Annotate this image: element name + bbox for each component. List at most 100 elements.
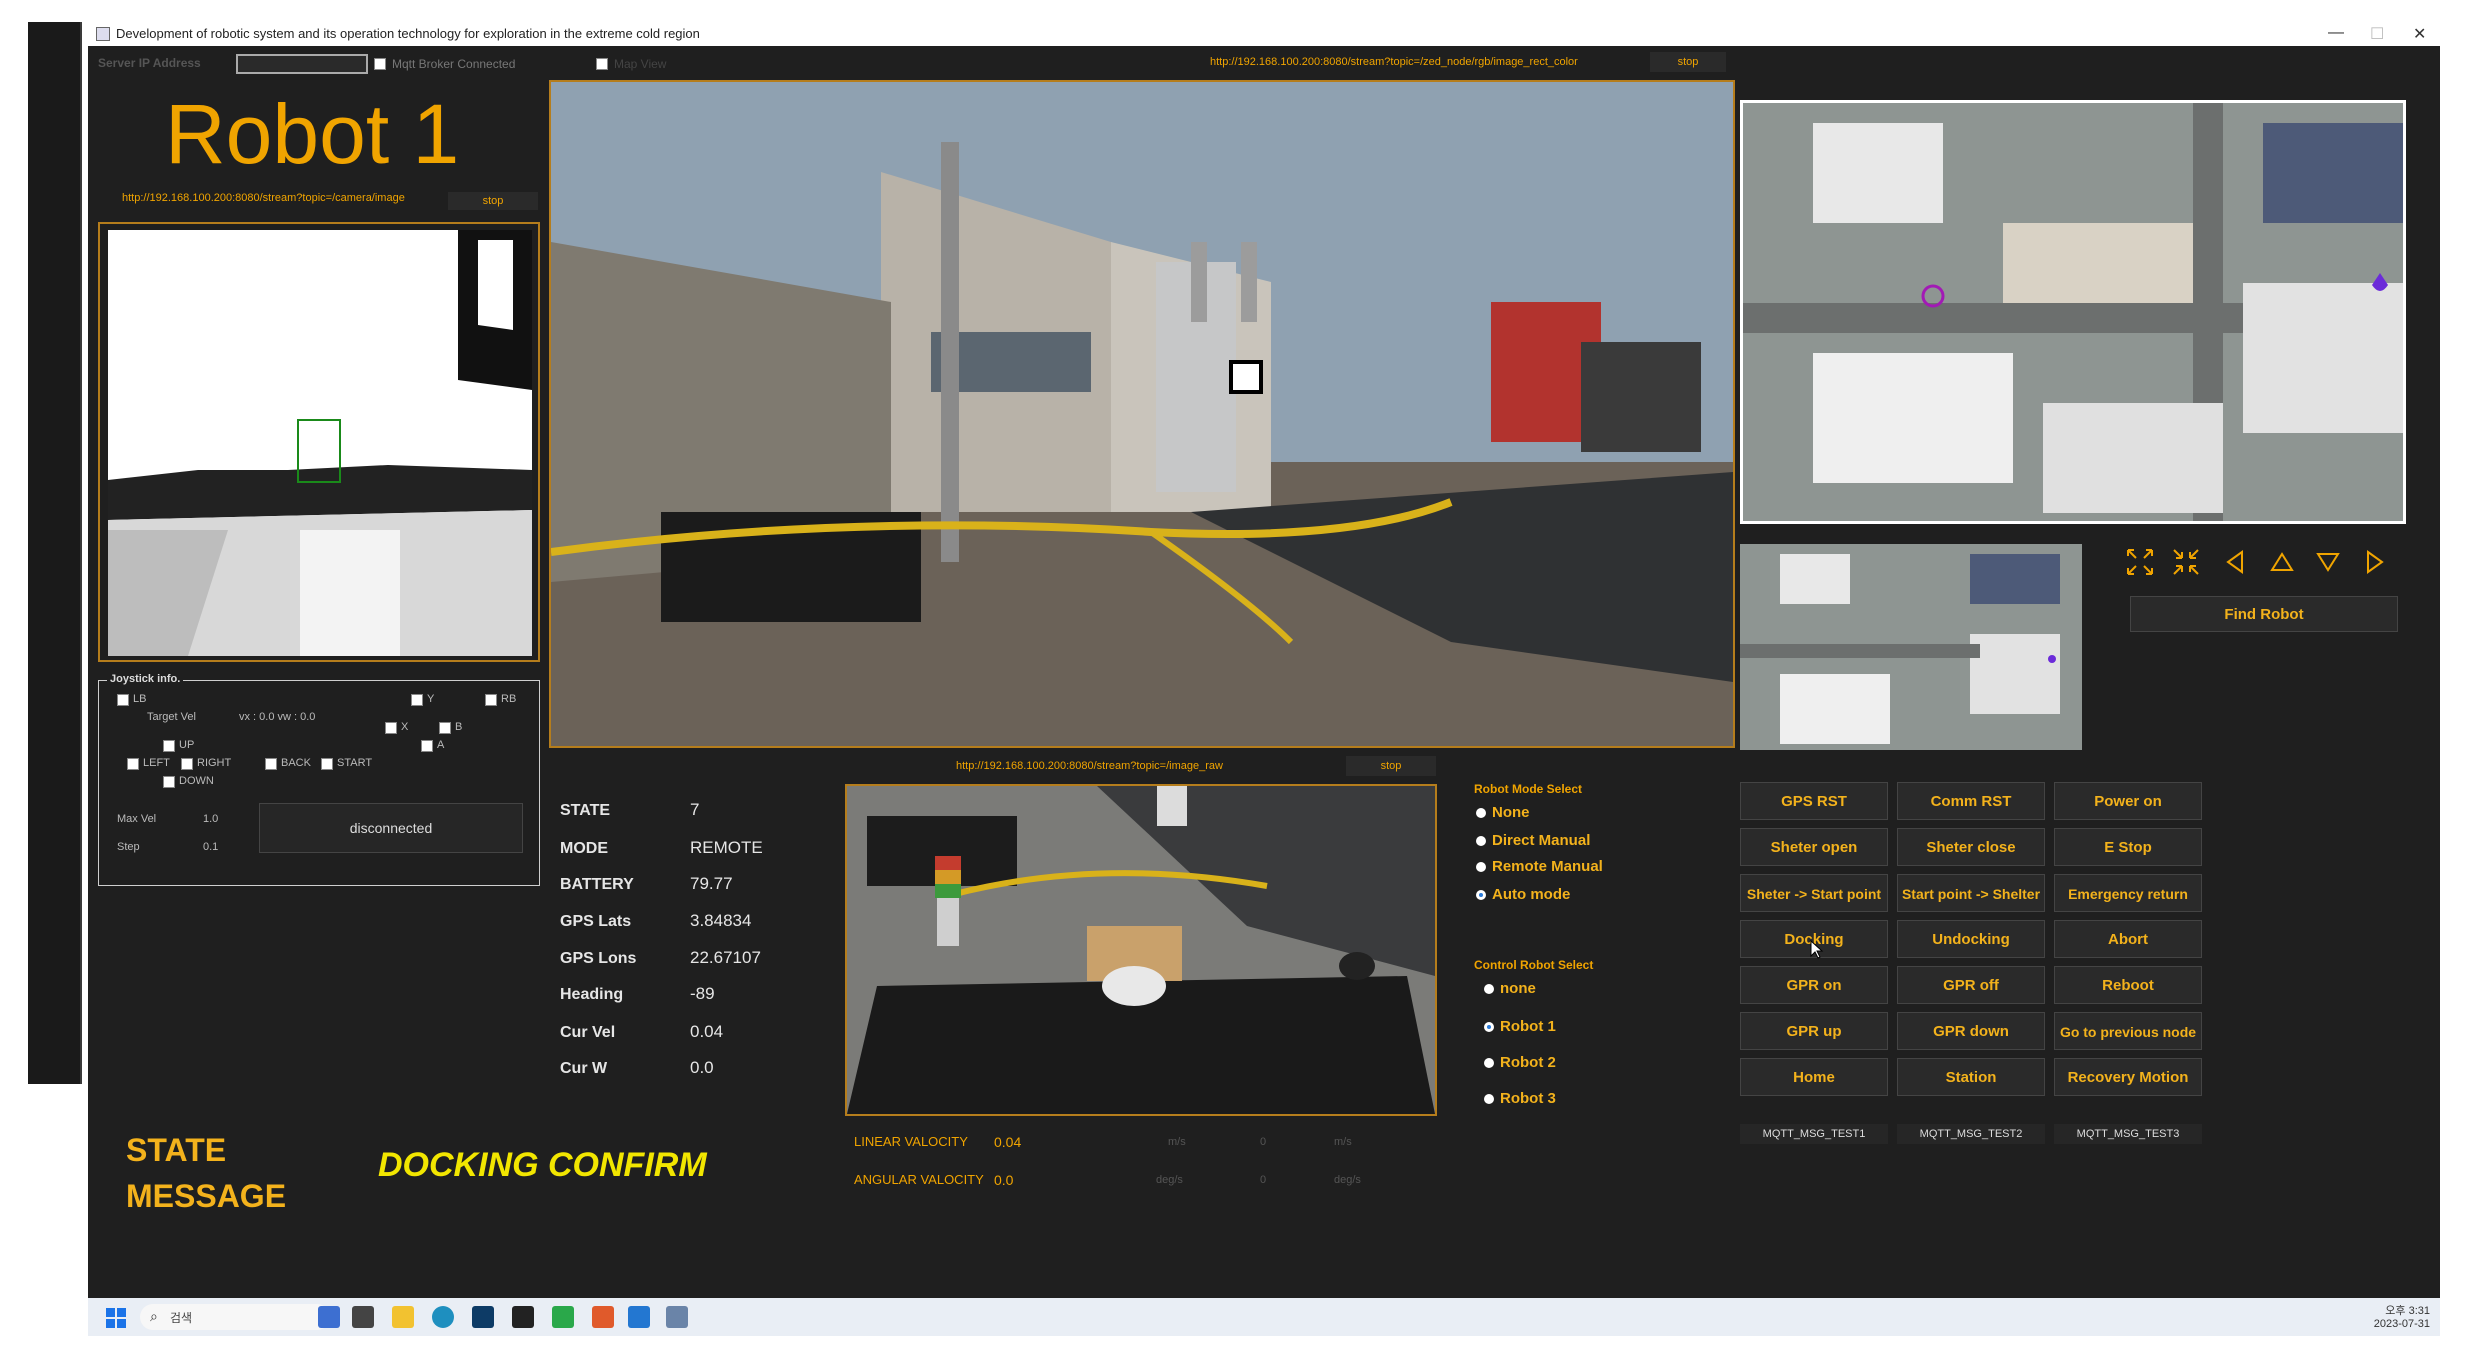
mqtt-test1-button[interactable]: MQTT_MSG_TEST1 bbox=[1740, 1124, 1888, 1144]
main-camera-view bbox=[549, 80, 1735, 748]
emergency-return-button[interactable]: Emergency return bbox=[2054, 874, 2202, 912]
status-label-heading: Heading bbox=[560, 986, 624, 1003]
main-stream-stop-button[interactable]: stop bbox=[1650, 52, 1726, 72]
remote-app-icon[interactable] bbox=[472, 1306, 494, 1328]
bottom-camera-view bbox=[845, 784, 1437, 1116]
lb-checkbox[interactable] bbox=[117, 693, 129, 711]
abort-button[interactable]: Abort bbox=[2054, 920, 2202, 958]
control-robot-none-label: none bbox=[1500, 980, 1536, 997]
orange-app-icon[interactable] bbox=[592, 1306, 614, 1328]
back-checkbox[interactable] bbox=[265, 757, 277, 775]
control-robot-1-radio[interactable] bbox=[1484, 1022, 1494, 1032]
control-robot-3-label: Robot 3 bbox=[1500, 1090, 1556, 1107]
minimize-button[interactable]: — bbox=[2328, 24, 2344, 42]
gpr-up-button[interactable]: GPR up bbox=[1740, 1012, 1888, 1050]
mqtt-test3-button[interactable]: MQTT_MSG_TEST3 bbox=[2054, 1124, 2202, 1144]
comm-rst-button[interactable]: Comm RST bbox=[1897, 782, 2045, 820]
start-checkbox[interactable] bbox=[321, 757, 333, 775]
vscode-icon[interactable] bbox=[628, 1306, 650, 1328]
x-checkbox[interactable] bbox=[385, 721, 397, 739]
edge-browser-icon[interactable] bbox=[432, 1306, 454, 1328]
task-view-icon[interactable] bbox=[352, 1306, 374, 1328]
a-checkbox[interactable] bbox=[421, 739, 433, 757]
up-label: UP bbox=[179, 739, 195, 751]
shelter-to-start-button[interactable]: Sheter -> Start point bbox=[1740, 874, 1888, 912]
zoom-in-icon[interactable] bbox=[2124, 546, 2156, 578]
maximize-button[interactable]: ☐ bbox=[2370, 24, 2384, 44]
control-robot-3-radio[interactable] bbox=[1484, 1094, 1494, 1104]
mqtt-test2-button[interactable]: MQTT_MSG_TEST2 bbox=[1897, 1124, 2045, 1144]
down-checkbox[interactable] bbox=[163, 775, 175, 793]
map-view-checkbox[interactable] bbox=[596, 57, 608, 75]
copilot-icon[interactable] bbox=[318, 1306, 340, 1328]
robot-mode-auto-radio[interactable] bbox=[1476, 890, 1486, 900]
lb-label: LB bbox=[133, 693, 147, 705]
linear-velocity-label: LINEAR VALOCITY bbox=[854, 1134, 968, 1149]
joystick-panel: Joystick info. LB Target Vel vx : 0.0 vw… bbox=[98, 673, 540, 886]
window-title: Development of robotic system and its op… bbox=[116, 26, 700, 41]
map-view-label: Map View bbox=[614, 57, 667, 71]
gpr-down-button[interactable]: GPR down bbox=[1897, 1012, 2045, 1050]
control-robot-2-radio[interactable] bbox=[1484, 1058, 1494, 1068]
undocking-button[interactable]: Undocking bbox=[1897, 920, 2045, 958]
control-robot-none-radio[interactable] bbox=[1484, 984, 1494, 994]
close-button[interactable]: ✕ bbox=[2413, 24, 2426, 44]
windows-start-icon[interactable] bbox=[106, 1308, 126, 1328]
taskbar-search-box[interactable]: ⌕ 검색 bbox=[140, 1304, 330, 1330]
zoom-out-icon[interactable] bbox=[2170, 546, 2202, 578]
joystick-connect-button[interactable]: disconnected bbox=[259, 803, 523, 853]
green-app-icon[interactable] bbox=[552, 1306, 574, 1328]
status-label-mode: MODE bbox=[560, 840, 608, 857]
reboot-button[interactable]: Reboot bbox=[2054, 966, 2202, 1004]
y-checkbox[interactable] bbox=[411, 693, 423, 711]
back-label: BACK bbox=[281, 757, 311, 769]
rb-checkbox[interactable] bbox=[485, 693, 497, 711]
target-vel-label: Target Vel bbox=[147, 711, 196, 723]
satellite-map-small bbox=[1740, 544, 2082, 750]
right-checkbox[interactable] bbox=[181, 757, 193, 775]
robot-mode-remote-radio[interactable] bbox=[1476, 862, 1486, 872]
mqtt-checkbox[interactable] bbox=[374, 57, 386, 75]
control-robot-1-label: Robot 1 bbox=[1500, 1018, 1556, 1035]
step-label: Step bbox=[117, 841, 140, 853]
go-to-previous-node-button[interactable]: Go to previous node bbox=[2054, 1012, 2202, 1050]
bottom-stream-stop-button[interactable]: stop bbox=[1346, 756, 1436, 776]
start-to-shelter-button[interactable]: Start point -> Shelter bbox=[1897, 874, 2045, 912]
shelter-open-button[interactable]: Sheter open bbox=[1740, 828, 1888, 866]
pan-right-icon[interactable] bbox=[2358, 546, 2390, 578]
left-stream-stop-button[interactable]: stop bbox=[448, 192, 538, 210]
robot-mode-direct-radio[interactable] bbox=[1476, 836, 1486, 846]
satellite-map-large-image bbox=[1743, 103, 2403, 521]
server-ip-input[interactable] bbox=[236, 54, 368, 74]
status-value-mode: REMOTE bbox=[690, 838, 763, 857]
robot-mode-remote-label: Remote Manual bbox=[1492, 858, 1603, 875]
power-on-button[interactable]: Power on bbox=[2054, 782, 2202, 820]
home-button[interactable]: Home bbox=[1740, 1058, 1888, 1096]
bottom-camera-image bbox=[847, 786, 1435, 1114]
title-bar: Development of robotic system and its op… bbox=[88, 22, 2440, 46]
find-robot-button[interactable]: Find Robot bbox=[2130, 596, 2398, 632]
e-stop-button[interactable]: E Stop bbox=[2054, 828, 2202, 866]
terminal-icon[interactable] bbox=[512, 1306, 534, 1328]
pan-down-icon[interactable] bbox=[2312, 546, 2344, 578]
active-app-icon[interactable] bbox=[666, 1306, 688, 1328]
station-button[interactable]: Station bbox=[1897, 1058, 2045, 1096]
b-checkbox[interactable] bbox=[439, 721, 451, 739]
taskbar: ⌕ 검색 오후 3:31 2023-07-31 bbox=[88, 1298, 2440, 1336]
max-vel-value: 1.0 bbox=[203, 813, 219, 825]
status-label-battery: BATTERY bbox=[560, 876, 634, 893]
linear-velocity-zero: 0 bbox=[1260, 1136, 1267, 1148]
recovery-motion-button[interactable]: Recovery Motion bbox=[2054, 1058, 2202, 1096]
left-checkbox[interactable] bbox=[127, 757, 139, 775]
up-checkbox[interactable] bbox=[163, 739, 175, 757]
gps-rst-button[interactable]: GPS RST bbox=[1740, 782, 1888, 820]
control-robot-title: Control Robot Select bbox=[1474, 958, 1594, 972]
state-message-label-line2: MESSAGE bbox=[126, 1178, 287, 1214]
file-explorer-icon[interactable] bbox=[392, 1306, 414, 1328]
pan-left-icon[interactable] bbox=[2220, 546, 2252, 578]
shelter-close-button[interactable]: Sheter close bbox=[1897, 828, 2045, 866]
gpr-on-button[interactable]: GPR on bbox=[1740, 966, 1888, 1004]
robot-mode-none-radio[interactable] bbox=[1476, 808, 1486, 818]
gpr-off-button[interactable]: GPR off bbox=[1897, 966, 2045, 1004]
pan-up-icon[interactable] bbox=[2266, 546, 2298, 578]
